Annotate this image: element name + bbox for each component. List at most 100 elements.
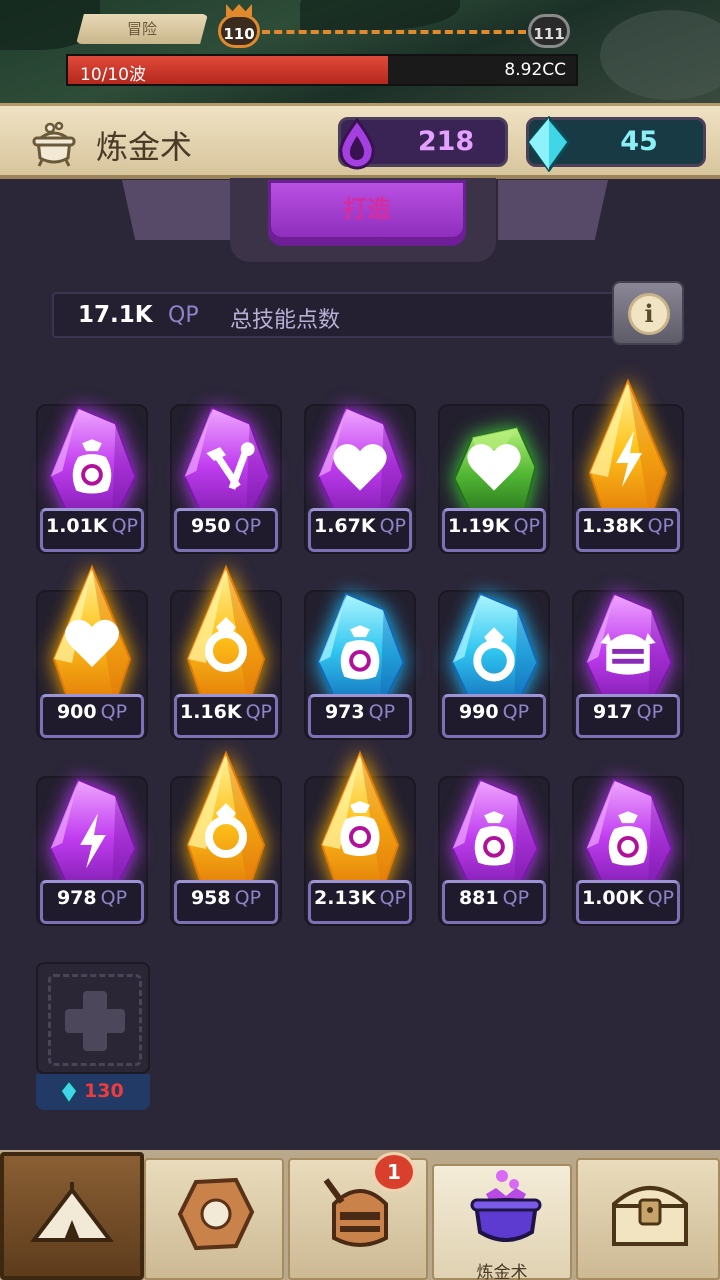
gem-qp-value: 900 QP <box>36 701 148 723</box>
stone-icon <box>177 1177 255 1251</box>
elixir-counter: 218 <box>338 117 508 170</box>
gem-qp-number: 1.67K <box>313 515 376 537</box>
add-slot-cost-value: 130 <box>84 1080 124 1102</box>
gem-qp-number: 950 <box>190 515 231 537</box>
total-qp-unit: QP <box>168 303 199 328</box>
gem-qp-number: 958 <box>190 887 231 909</box>
gem-qp-number: 990 <box>458 701 499 723</box>
tree-stump-decoration <box>600 10 720 100</box>
craft-banner-right <box>498 180 608 240</box>
gem-qp-value: 973 QP <box>304 701 416 723</box>
gem-slot[interactable]: 2.13K QP <box>304 750 416 932</box>
nav-home[interactable] <box>0 1152 144 1280</box>
gem-counter: 45 <box>526 116 706 172</box>
total-qp-label: 总技能点数 <box>230 308 341 333</box>
cauldron-icon <box>32 121 76 167</box>
gem-qp-unit: QP <box>502 887 530 909</box>
gem-slot[interactable]: 950 QP <box>170 390 282 560</box>
gem-qp-value: 958 QP <box>170 887 282 909</box>
gem-qp-value: 1.00K QP <box>572 887 684 909</box>
plus-icon-bar <box>65 1009 125 1033</box>
page-title: 炼金术 <box>96 128 193 166</box>
gem-qp-number: 1.38K <box>581 515 644 537</box>
gem-qp-number: 1.01K <box>45 515 108 537</box>
gem-slot[interactable]: 990 QP <box>438 576 550 746</box>
stage-progress-dash <box>262 30 526 34</box>
gem-qp-value: 1.19K QP <box>438 515 550 537</box>
gem-slot[interactable]: 1.38K QP <box>572 378 684 560</box>
gold-gem-icon <box>186 564 266 706</box>
gold-gem-icon <box>588 378 668 520</box>
add-slot-frame <box>36 962 150 1074</box>
gold-gem-icon <box>186 750 266 892</box>
gem-qp-value: 881 QP <box>438 887 550 909</box>
gem-qp-value: 978 QP <box>36 887 148 909</box>
gem-slot[interactable]: 958 QP <box>170 750 282 932</box>
wave-progress-bar: 10/10波 8.92CC <box>66 54 578 86</box>
nav-alchemy[interactable]: 炼金术 <box>432 1164 572 1280</box>
next-stage-badge: 111 <box>528 14 570 48</box>
gem-qp-unit: QP <box>100 887 128 909</box>
gem-slot[interactable]: 900 QP <box>36 564 148 746</box>
gem-slot[interactable]: 1.67K QP <box>304 390 416 560</box>
gem-qp-unit: QP <box>111 515 139 537</box>
gem-qp-unit: QP <box>234 515 262 537</box>
bottom-nav: 炼金术 <box>0 1150 720 1280</box>
gem-slot[interactable]: 973 QP <box>304 576 416 746</box>
gem-qp-number: 917 <box>592 701 633 723</box>
gem-qp-unit: QP <box>647 515 675 537</box>
gem-slot[interactable]: 917 QP <box>572 576 684 746</box>
leaf-decoration <box>300 0 460 30</box>
helmet-icon <box>600 633 656 675</box>
gem-qp-number: 1.00K <box>581 887 644 909</box>
nav-relics[interactable] <box>144 1158 284 1280</box>
diamond-icon <box>527 116 571 172</box>
gem-qp-unit: QP <box>245 701 273 723</box>
gem-qp-number: 973 <box>324 701 365 723</box>
gem-qp-value: 950 QP <box>170 515 282 537</box>
gem-qp-unit: QP <box>647 887 675 909</box>
gem-slot[interactable]: 881 QP <box>438 762 550 932</box>
gem-value: 45 <box>620 126 658 157</box>
wave-value: 8.92CC <box>504 60 566 80</box>
craft-button[interactable]: 打造 <box>268 180 466 246</box>
gem-qp-number: 978 <box>56 887 97 909</box>
gem-qp-number: 881 <box>458 887 499 909</box>
gem-qp-value: 1.01K QP <box>36 515 148 537</box>
gem-slot[interactable]: 1.01K QP <box>36 390 148 560</box>
craft-banner-left <box>122 180 232 240</box>
chest-icon <box>612 1186 688 1246</box>
gem-qp-number: 1.16K <box>179 701 242 723</box>
gem-qp-value: 1.67K QP <box>304 515 416 537</box>
gem-qp-unit: QP <box>379 515 407 537</box>
gem-qp-unit: QP <box>100 701 128 723</box>
total-qp-value: 17.1K <box>78 302 153 328</box>
gold-gem-icon <box>52 564 132 706</box>
gem-qp-unit: QP <box>379 887 407 909</box>
gem-slot[interactable]: 1.16K QP <box>170 564 282 746</box>
gem-qp-unit: QP <box>636 701 664 723</box>
notification-badge: 1 <box>372 1152 416 1192</box>
info-icon: i <box>628 293 670 335</box>
nav-chest[interactable] <box>576 1158 720 1280</box>
gem-qp-value: 1.38K QP <box>572 515 684 537</box>
adventure-tab[interactable]: 冒险 <box>76 14 208 44</box>
add-slot-cost: 130 <box>36 1074 150 1110</box>
diamond-icon <box>60 1080 78 1104</box>
gem-qp-value: 2.13K QP <box>304 887 416 909</box>
cauldron-icon <box>470 1170 542 1242</box>
gem-qp-unit: QP <box>502 701 530 723</box>
gem-slot[interactable]: 1.00K QP <box>572 762 684 932</box>
gem-qp-number: 2.13K <box>313 887 376 909</box>
add-gem-slot[interactable]: 130 <box>36 962 150 1110</box>
elixir-drop-icon <box>339 118 375 170</box>
page-header: 炼金术 218 45 <box>0 103 720 179</box>
gem-slot[interactable]: 1.19K QP <box>438 390 550 560</box>
gem-qp-unit: QP <box>513 515 541 537</box>
gem-qp-value: 1.16K QP <box>170 701 282 723</box>
gem-slot[interactable]: 978 QP <box>36 762 148 932</box>
info-button[interactable]: i <box>612 281 684 345</box>
wave-label: 10/10波 <box>80 65 146 85</box>
gem-qp-value: 990 QP <box>438 701 550 723</box>
nav-alchemy-label: 炼金术 <box>476 1263 528 1280</box>
